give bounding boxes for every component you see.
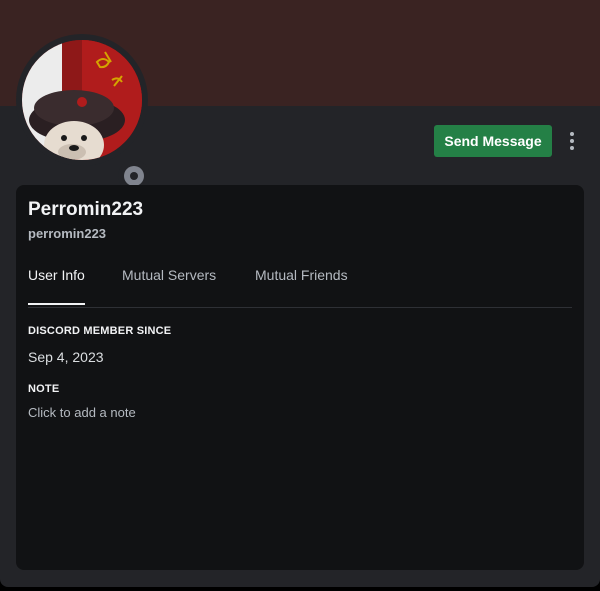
note-input[interactable]: Click to add a note <box>28 405 328 425</box>
tab-mutual-friends[interactable]: Mutual Friends <box>255 267 348 305</box>
member-since-title: DISCORD MEMBER SINCE <box>28 325 172 337</box>
avatar-frame[interactable] <box>16 34 150 192</box>
profile-info-panel: Perromin223 perromin223 User Info Mutual… <box>16 185 584 570</box>
display-name: Perromin223 <box>28 199 144 220</box>
user-profile-card: Send Message Perromin223 perromin223 Use… <box>0 0 600 587</box>
username: perromin223 <box>28 226 107 241</box>
more-options-icon[interactable] <box>562 129 582 153</box>
tab-user-info[interactable]: User Info <box>28 267 85 305</box>
member-since-value: Sep 4, 2023 <box>28 349 104 365</box>
tab-mutual-servers[interactable]: Mutual Servers <box>122 267 216 305</box>
profile-tabs: User Info Mutual Servers Mutual Friends <box>28 267 572 308</box>
note-title: NOTE <box>28 383 60 395</box>
send-message-button[interactable]: Send Message <box>434 125 552 157</box>
avatar[interactable] <box>22 40 142 160</box>
offline-status-icon <box>124 166 144 186</box>
avatar-image <box>22 40 142 160</box>
